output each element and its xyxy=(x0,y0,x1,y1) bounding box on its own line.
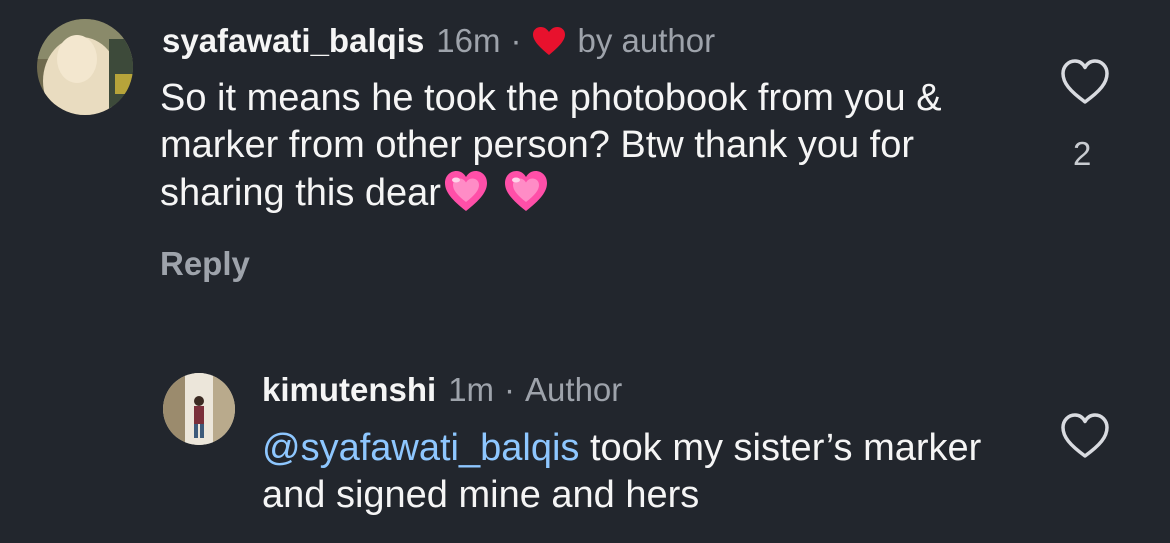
timestamp: 16m xyxy=(436,22,501,59)
liked-by-author-label: by author xyxy=(577,22,716,59)
timestamp: 1m xyxy=(448,371,495,408)
reply-button[interactable]: Reply xyxy=(160,245,250,283)
comment-text: @syafawati_balqis took my sister’s marke… xyxy=(262,425,982,519)
avatar[interactable] xyxy=(37,19,133,115)
like-button[interactable] xyxy=(1060,412,1110,460)
like-button[interactable] xyxy=(1060,58,1110,106)
comment-body: So it means he took the photobook from y… xyxy=(160,77,942,214)
growing-heart-emoji xyxy=(444,171,487,211)
username[interactable]: kimutenshi xyxy=(262,371,436,409)
growing-heart-emoji xyxy=(504,171,547,211)
comment-header: kimutenshi 1m · Author xyxy=(262,371,622,409)
avatar[interactable] xyxy=(163,373,235,445)
red-heart-icon xyxy=(532,27,565,55)
author-badge: Author xyxy=(525,371,623,408)
comment-header: syafawati_balqis 16m · by author xyxy=(162,22,715,60)
comment-text: So it means he took the photobook from y… xyxy=(160,75,980,217)
heart-outline-icon xyxy=(1061,413,1109,458)
username[interactable]: syafawati_balqis xyxy=(162,22,424,60)
like-count: 2 xyxy=(1073,135,1092,172)
heart-outline-icon xyxy=(1061,59,1109,104)
mention-link[interactable]: @syafawati_balqis xyxy=(262,427,579,469)
separator-dot: · xyxy=(504,371,516,408)
separator-dot: · xyxy=(510,22,522,59)
comment-1: syafawati_balqis 16m · by author So it m… xyxy=(0,0,1170,330)
